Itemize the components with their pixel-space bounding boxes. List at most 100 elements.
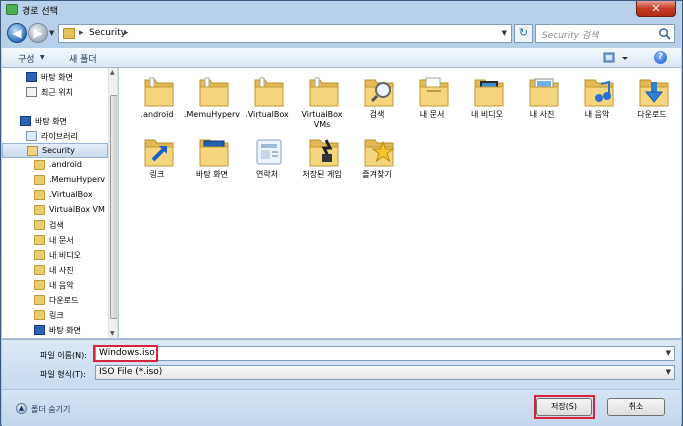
organize-button[interactable]: 구성 <box>18 52 35 65</box>
saved-games-icon <box>309 139 339 167</box>
file-item[interactable]: 저장된 게임 <box>293 132 351 194</box>
filename-highlight <box>93 345 158 362</box>
nav-item-label: 바탕 화면 <box>41 73 73 82</box>
forward-button[interactable]: ▶ <box>28 23 48 43</box>
command-bar: 구성 ▼ 새 폴더 ? <box>2 48 681 68</box>
help-button[interactable]: ? <box>654 51 667 64</box>
file-item[interactable]: 즐겨찾기 <box>348 132 406 194</box>
nav-item[interactable]: .android <box>2 158 108 173</box>
file-item[interactable]: .MemuHyperv <box>183 72 241 134</box>
nav-item-label: .MemuHyperv <box>49 175 106 184</box>
filetype-label: 파일 형식(T): <box>40 370 86 379</box>
search-input[interactable]: Security 검색 <box>542 28 598 41</box>
file-item-label: 저장된 게임 <box>302 170 342 179</box>
save-form: 파일 이름(N): Windows.iso ▼ 파일 형식(T): ISO Fi… <box>2 339 681 389</box>
nav-item[interactable]: 내 음악 <box>2 278 108 293</box>
music-icon <box>34 280 45 290</box>
file-item-label: 내 비디오 <box>471 110 503 119</box>
nav-scrollbar[interactable]: ▲ ▼ <box>108 68 117 338</box>
nav-item[interactable]: 내 문서 <box>2 233 108 248</box>
file-item[interactable]: 내 음악 <box>568 72 626 134</box>
file-item[interactable]: 연락처 <box>238 132 296 194</box>
file-item[interactable]: 링크 <box>128 132 186 194</box>
nav-item-label: 라이브러리 <box>41 132 78 141</box>
nav-item-label: 내 사진 <box>49 266 74 275</box>
folder-icon <box>309 77 339 107</box>
file-item-label: 내 음악 <box>584 110 610 119</box>
file-item[interactable]: 내 문서 <box>403 72 461 134</box>
chevron-up-icon[interactable]: ▲ <box>16 403 27 414</box>
search-box[interactable]: Security 검색 <box>535 24 675 43</box>
search-folder-icon <box>364 79 394 107</box>
links-icon <box>34 310 45 320</box>
file-item-label: 내 사진 <box>529 110 555 119</box>
nav-item[interactable]: 라이브러리 <box>2 129 108 144</box>
cancel-button[interactable]: 취소 <box>607 398 665 416</box>
address-bar[interactable]: ▸ Security ▸ ▼ <box>58 24 512 43</box>
nav-item[interactable]: VirtualBox VM <box>2 203 108 218</box>
file-item[interactable]: 검색 <box>348 72 406 134</box>
nav-item-label: 내 문서 <box>49 236 74 245</box>
search-icon[interactable] <box>658 27 671 40</box>
nav-item[interactable]: 링크 <box>2 308 108 323</box>
file-item[interactable]: .android <box>128 72 186 134</box>
nav-item-label: 검색 <box>49 221 64 230</box>
chevron-down-icon[interactable]: ▼ <box>40 54 45 61</box>
pictures-icon <box>34 265 45 275</box>
breadcrumb-security[interactable]: Security <box>89 28 126 38</box>
recent-places-icon <box>26 87 37 97</box>
file-item-label: 내 문서 <box>419 110 445 119</box>
scroll-up-icon[interactable]: ▲ <box>110 69 115 76</box>
hide-folders-label[interactable]: 폴더 숨기기 <box>31 404 70 415</box>
file-item[interactable]: VirtualBox VMs <box>293 72 351 134</box>
folder-icon <box>254 77 284 107</box>
file-item[interactable]: 바탕 화면 <box>183 132 241 194</box>
recent-pages-dropdown-icon[interactable]: ▼ <box>49 29 54 37</box>
save-button-highlight <box>534 395 595 419</box>
file-item-label: VirtualBox VMs <box>301 110 343 129</box>
scroll-down-icon[interactable]: ▼ <box>110 330 115 337</box>
file-item[interactable]: 다운로드 <box>623 72 681 134</box>
nav-item[interactable]: 바탕 화면 <box>2 114 108 129</box>
nav-item[interactable]: .VirtualBox <box>2 188 108 203</box>
nav-item[interactable]: 내 사진 <box>2 263 108 278</box>
nav-item[interactable]: 바탕 화면 <box>2 70 108 85</box>
downloads-icon <box>34 295 45 305</box>
nav-item[interactable]: 검색 <box>2 218 108 233</box>
address-dropdown-icon[interactable]: ▼ <box>502 29 507 37</box>
desktop-icon <box>20 116 31 126</box>
title-bar: 경로 선택 ✕ <box>1 1 682 19</box>
file-item[interactable]: 내 사진 <box>513 72 571 134</box>
file-item[interactable]: .VirtualBox <box>238 72 296 134</box>
file-item[interactable]: 내 비디오 <box>458 72 516 134</box>
back-button[interactable]: ◀ <box>7 23 27 43</box>
filetype-select[interactable]: ISO File (*.iso) ▼ <box>95 365 675 380</box>
documents-icon <box>419 77 449 107</box>
close-button[interactable]: ✕ <box>636 1 676 17</box>
new-folder-button[interactable]: 새 폴더 <box>69 52 97 65</box>
filename-label: 파일 이름(N): <box>40 351 87 360</box>
user-folder-icon <box>27 146 38 156</box>
chevron-right-icon[interactable]: ▸ <box>79 28 84 38</box>
app-icon <box>6 4 18 15</box>
library-icon <box>26 131 37 141</box>
nav-item[interactable]: .MemuHyperv <box>2 173 108 188</box>
downloads-icon <box>639 79 669 107</box>
file-list: .android .MemuHyperv .VirtualBox VirtualBox… <box>119 68 681 338</box>
chevron-right-icon[interactable]: ▸ <box>124 28 129 38</box>
chevron-down-icon[interactable]: ▼ <box>666 349 671 357</box>
nav-item[interactable]: 바탕 화면 <box>2 323 108 338</box>
nav-item[interactable]: 내 비디오 <box>2 248 108 263</box>
nav-item[interactable]: 최근 위치 <box>2 85 108 100</box>
nav-item[interactable]: Security <box>2 143 108 158</box>
search-folder-icon <box>34 220 45 230</box>
pictures-icon <box>529 78 559 107</box>
refresh-button[interactable]: ↻ <box>514 24 533 43</box>
nav-item[interactable]: 다운로드 <box>2 293 108 308</box>
nav-scroll-thumb[interactable] <box>110 95 117 319</box>
folder-icon <box>34 175 45 185</box>
chevron-down-icon[interactable]: ▼ <box>666 368 671 376</box>
view-options-icon[interactable] <box>602 50 634 66</box>
filename-field[interactable]: Windows.iso ▼ <box>95 346 675 361</box>
videos-icon <box>34 250 45 260</box>
